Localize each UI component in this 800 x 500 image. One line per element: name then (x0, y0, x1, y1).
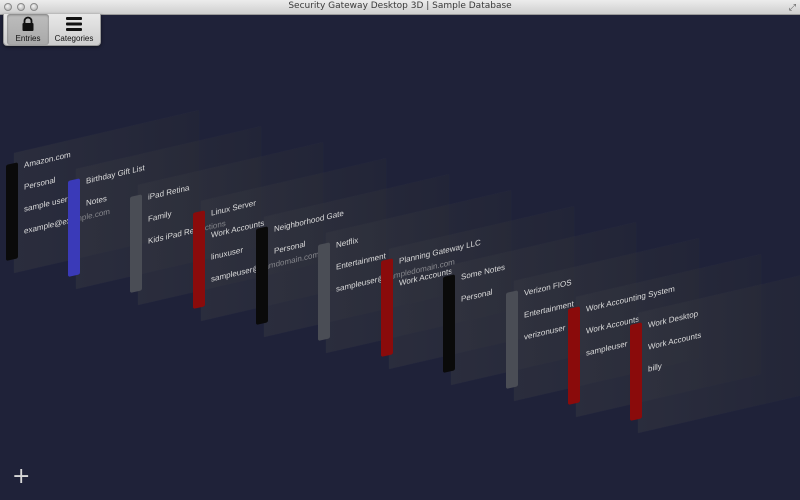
category-color-bar[interactable] (443, 274, 455, 373)
entry-title: Work Desktop (648, 309, 699, 330)
category-color-bar[interactable] (506, 290, 518, 389)
category-color-bar[interactable] (68, 178, 80, 277)
entry-field: sampleuser (586, 339, 628, 358)
entry-title: Birthday Gift List (86, 163, 145, 186)
entry-field: Personal (24, 175, 56, 192)
entry-field: Entertainment (336, 251, 386, 272)
entries-3d-view[interactable]: Amazon.com Personal sample user example@exa… (0, 15, 800, 500)
entry-field: Notes (86, 193, 107, 208)
entry-title: Some Notes (461, 262, 506, 282)
entry-title: Neighborhood Gate (274, 208, 344, 234)
entry-title: Netflix (336, 235, 359, 250)
category-color-bar[interactable] (381, 258, 393, 357)
entry-field: Personal (274, 239, 306, 256)
entry-title: Amazon.com (24, 149, 71, 170)
category-color-bar[interactable] (568, 306, 580, 405)
entry-field: Entertainment (524, 299, 574, 320)
entry-field: linuxuser (211, 245, 244, 262)
category-color-bar[interactable] (256, 226, 268, 325)
entry-field: Family (148, 209, 172, 224)
entry-field: verizonuser (524, 323, 566, 342)
entry-title: Linux Server (211, 198, 256, 218)
add-entry-button[interactable]: + (12, 466, 30, 488)
entry-field: Personal (461, 287, 493, 304)
category-color-bar[interactable] (193, 210, 205, 309)
category-color-bar[interactable] (130, 194, 142, 293)
window-title: Security Gateway Desktop 3D | Sample Dat… (288, 1, 512, 11)
category-color-bar[interactable] (318, 242, 330, 341)
entry-title: Verizon FIOS (524, 277, 572, 298)
entry-field: billy (648, 361, 662, 374)
entry-title: iPad Retina (148, 183, 190, 202)
entry-field: sample user (24, 194, 68, 214)
entry-field: Work Accounts (648, 330, 702, 352)
fullscreen-icon[interactable]: ⤢ (789, 2, 796, 13)
category-color-bar[interactable] (630, 322, 642, 421)
title-bar: Security Gateway Desktop 3D | Sample Dat… (0, 0, 800, 15)
category-color-bar[interactable] (6, 162, 18, 261)
